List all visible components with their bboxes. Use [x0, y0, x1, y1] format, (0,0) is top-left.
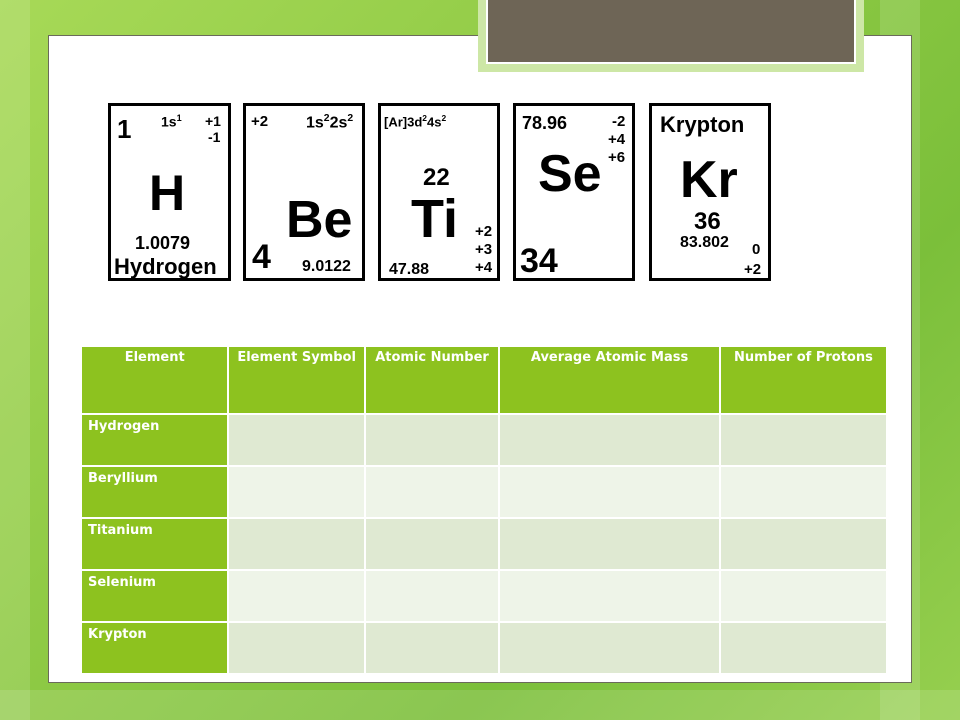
table-cell[interactable] — [229, 415, 364, 465]
electron-config: 1s1 — [161, 113, 182, 130]
table-cell[interactable] — [365, 467, 499, 517]
config-part: 2s — [329, 114, 348, 132]
atomic-number: 36 — [694, 208, 721, 235]
table-cell[interactable] — [500, 623, 719, 673]
element-card-titanium: [Ar]3d24s2 22 Ti +2 +3 +4 47.88 — [378, 103, 500, 281]
background-stripe — [0, 0, 30, 720]
oxidation-state: +2 — [475, 223, 493, 240]
oxidation-state: +3 — [475, 241, 493, 258]
table-cell[interactable] — [365, 623, 499, 673]
electron-config: 1s22s2 — [306, 113, 354, 132]
table-row: Selenium — [82, 571, 886, 621]
title-placeholder[interactable] — [486, 0, 856, 64]
table-cell[interactable] — [720, 571, 886, 621]
oxidation-state: +6 — [608, 149, 626, 166]
element-name: Krypton — [660, 112, 745, 137]
element-table: Element Element Symbol Atomic Number Ave… — [80, 345, 888, 675]
element-name: Hydrogen — [114, 254, 217, 279]
element-symbol: Be — [286, 191, 353, 249]
table-cell[interactable] — [500, 571, 719, 621]
atomic-mass: 78.96 — [522, 113, 568, 133]
atomic-number: 4 — [252, 238, 271, 276]
table-row: Titanium — [82, 519, 886, 569]
element-symbol: Se — [538, 145, 602, 203]
atomic-mass: 9.0122 — [302, 258, 351, 275]
electron-config: [Ar]3d24s2 — [384, 113, 447, 130]
table-cell[interactable] — [500, 519, 719, 569]
table-cell[interactable] — [720, 623, 886, 673]
atomic-mass: 83.802 — [680, 234, 729, 251]
table-row: Beryllium — [82, 467, 886, 517]
table-cell[interactable] — [365, 519, 499, 569]
oxidation-state: +4 — [475, 259, 493, 276]
atomic-mass: 47.88 — [389, 261, 430, 278]
table-cell[interactable] — [229, 519, 364, 569]
config-part: 4s — [426, 114, 442, 130]
background-stripe — [0, 690, 960, 720]
config-part: 1s — [306, 114, 324, 132]
column-header-atomic-mass: Average Atomic Mass — [500, 347, 719, 413]
row-label-krypton: Krypton — [82, 623, 228, 673]
column-header-protons: Number of Protons — [720, 347, 886, 413]
atomic-number: 22 — [423, 164, 450, 191]
element-symbol: Ti — [411, 189, 459, 249]
atomic-number: 34 — [520, 242, 558, 280]
column-header-symbol: Element Symbol — [229, 347, 364, 413]
oxidation-state: -1 — [208, 129, 221, 145]
oxidation-state: +1 — [205, 113, 221, 129]
oxidation-state: +4 — [608, 131, 626, 148]
table-cell[interactable] — [229, 623, 364, 673]
title-placeholder-frame — [478, 0, 864, 72]
oxidation-state: -2 — [612, 113, 626, 130]
table-cell[interactable] — [365, 571, 499, 621]
table-cell[interactable] — [229, 467, 364, 517]
oxidation-state: +2 — [251, 113, 269, 130]
config-part: [Ar]3d — [384, 114, 423, 130]
table-cell[interactable] — [720, 415, 886, 465]
atomic-mass: 1.0079 — [135, 233, 191, 253]
oxidation-state: 0 — [752, 241, 761, 258]
element-symbol: Kr — [680, 151, 738, 209]
row-label-hydrogen: Hydrogen — [82, 415, 228, 465]
row-label-beryllium: Beryllium — [82, 467, 228, 517]
table-cell[interactable] — [229, 571, 364, 621]
config-sup: 2 — [441, 113, 447, 123]
table-cell[interactable] — [500, 415, 719, 465]
table-row: Krypton — [82, 623, 886, 673]
table-header-row: Element Element Symbol Atomic Number Ave… — [82, 347, 886, 413]
element-card-beryllium: +2 1s22s2 Be 4 9.0122 — [243, 103, 365, 281]
atomic-number: 1 — [117, 114, 132, 144]
element-card-krypton: Krypton Kr 36 83.802 0 +2 — [649, 103, 771, 281]
table-cell[interactable] — [720, 467, 886, 517]
config-base: 1s — [161, 113, 177, 130]
element-symbol: H — [149, 165, 186, 221]
element-card-hydrogen: 1 1s1 +1 -1 H 1.0079 Hydrogen — [108, 103, 231, 281]
table-row: Hydrogen — [82, 415, 886, 465]
config-sup: 1 — [176, 113, 182, 123]
table-cell[interactable] — [720, 519, 886, 569]
config-sup: 2 — [347, 113, 354, 124]
column-header-atomic-number: Atomic Number — [365, 347, 499, 413]
table-cell[interactable] — [500, 467, 719, 517]
row-label-selenium: Selenium — [82, 571, 228, 621]
table-cell[interactable] — [365, 415, 499, 465]
element-card-selenium: 78.96 -2 +4 +6 Se 34 — [513, 103, 635, 281]
row-label-titanium: Titanium — [82, 519, 228, 569]
oxidation-state: +2 — [744, 261, 762, 278]
column-header-element: Element — [82, 347, 228, 413]
